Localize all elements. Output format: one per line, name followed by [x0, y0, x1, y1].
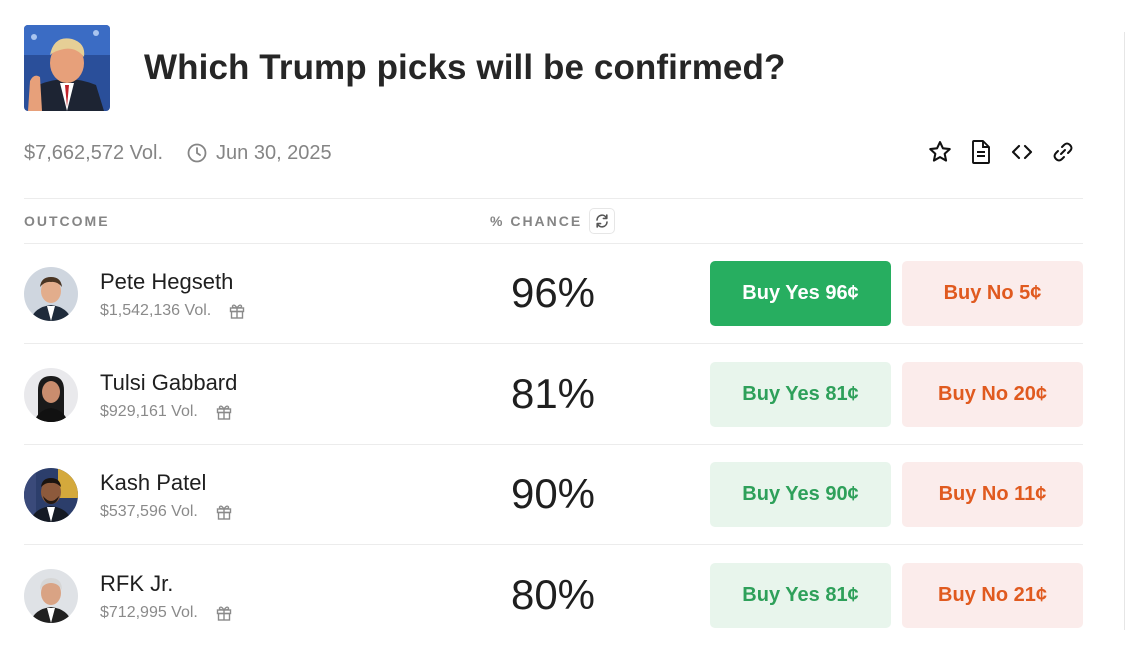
buy-yes-button[interactable]: Buy Yes 96¢ — [710, 261, 891, 326]
outcome-row: Pete Hegseth $1,542,136 Vol. 96% Buy Yes… — [0, 243, 1100, 343]
outcome-name: Pete Hegseth — [100, 269, 234, 294]
clock-icon — [187, 143, 207, 163]
outcome-volume-line: $929,161 Vol. — [100, 402, 234, 422]
code-icon[interactable] — [1008, 138, 1036, 166]
avatar — [24, 267, 78, 321]
buy-yes-button[interactable]: Buy Yes 81¢ — [710, 362, 891, 427]
outcome-volume: $712,995 Vol. — [100, 604, 198, 621]
refresh-button[interactable] — [589, 208, 615, 234]
outcome-volume-line: $1,542,136 Vol. — [100, 301, 247, 321]
outcome-volume: $1,542,136 Vol. — [100, 302, 212, 319]
outcome-row: RFK Jr. $712,995 Vol. 80% Buy Yes 81¢ Bu… — [0, 545, 1100, 645]
link-icon[interactable] — [1049, 138, 1077, 166]
star-icon[interactable] — [926, 138, 954, 166]
chance-value: 90% — [510, 470, 596, 517]
gift-icon[interactable] — [214, 402, 234, 422]
outcome-name: RFK Jr. — [100, 571, 174, 596]
document-icon[interactable] — [967, 138, 995, 166]
avatar — [24, 569, 78, 623]
chance-column-header: % CHANCE — [490, 213, 583, 229]
chance-value: 96% — [510, 269, 596, 316]
market-actions — [926, 138, 1077, 166]
outcome-volume: $537,596 Vol. — [100, 503, 198, 520]
gift-icon[interactable] — [214, 603, 234, 623]
market-volume: $7,662,572 Vol. — [24, 141, 164, 164]
outcome-volume-line: $537,596 Vol. — [100, 502, 234, 522]
outcome-volume: $929,161 Vol. — [100, 403, 198, 420]
divider — [24, 198, 1083, 199]
outcome-volume-line: $712,995 Vol. — [100, 603, 234, 623]
chance-value: 80% — [510, 571, 596, 618]
panel-border — [1124, 32, 1125, 630]
chance-value: 81% — [510, 370, 596, 417]
outcome-row: Kash Patel $537,596 Vol. 90% Buy Yes 90¢… — [0, 444, 1100, 544]
buy-no-button[interactable]: Buy No 20¢ — [902, 362, 1083, 427]
gift-icon[interactable] — [227, 301, 247, 321]
market-title: Which Trump picks will be confirmed? — [144, 48, 786, 87]
outcome-row: Tulsi Gabbard $929,161 Vol. 81% Buy Yes … — [0, 344, 1100, 444]
avatar — [24, 468, 78, 522]
outcome-name: Kash Patel — [100, 470, 207, 495]
buy-yes-button[interactable]: Buy Yes 90¢ — [710, 462, 891, 527]
buy-yes-button[interactable]: Buy Yes 81¢ — [710, 563, 891, 628]
outcome-column-header: OUTCOME — [24, 213, 110, 229]
outcome-name: Tulsi Gabbard — [100, 370, 238, 395]
buy-no-button[interactable]: Buy No 11¢ — [902, 462, 1083, 527]
buy-no-button[interactable]: Buy No 21¢ — [902, 563, 1083, 628]
market-end-date: Jun 30, 2025 — [216, 141, 332, 164]
refresh-icon — [596, 214, 608, 228]
market-thumbnail — [24, 25, 110, 111]
gift-icon[interactable] — [214, 502, 234, 522]
buy-no-button[interactable]: Buy No 5¢ — [902, 261, 1083, 326]
avatar — [24, 368, 78, 422]
market-meta: $7,662,572 Vol. Jun 30, 2025 — [24, 141, 332, 165]
